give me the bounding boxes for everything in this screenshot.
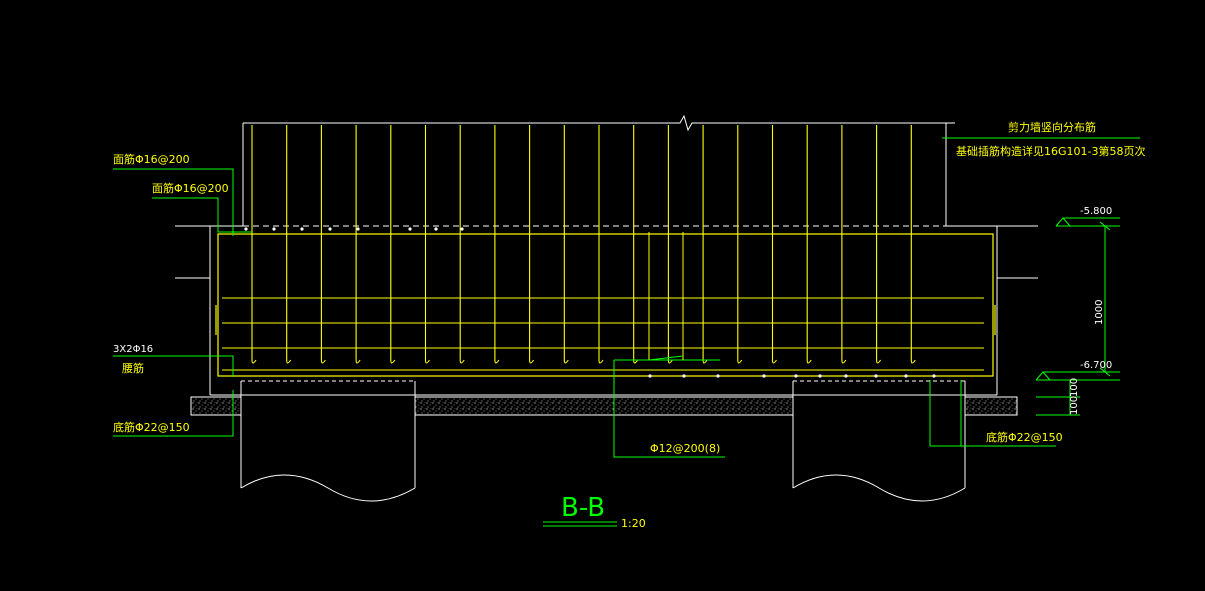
bottom-bar-dot — [716, 374, 720, 378]
wall-vertical-bar — [806, 125, 812, 364]
dimension-depth: 1000 — [1094, 300, 1105, 325]
wall-vertical-bar — [702, 125, 708, 364]
top-bar-dot — [356, 227, 360, 231]
top-bar-dot — [434, 227, 438, 231]
pile-left — [240, 380, 416, 502]
wall-vertical-bar — [876, 125, 882, 364]
pile-right — [792, 380, 966, 502]
wall-vertical-bar — [390, 125, 396, 364]
wall-vertical-bar — [529, 125, 535, 364]
label-bottom-bar-left: 底筋Φ22@150 — [113, 420, 190, 434]
dimension-cushion-2: 100 — [1069, 396, 1080, 415]
top-bar-dot — [300, 227, 304, 231]
wall-vertical-bar — [355, 125, 361, 364]
bottom-bar-dot — [762, 374, 766, 378]
label-stirrup: Φ12@200(8) — [650, 442, 720, 455]
top-bar-dot — [272, 227, 276, 231]
label-bottom-bar-right: 底筋Φ22@150 — [986, 430, 1063, 444]
section-title: B-B — [561, 493, 605, 523]
wall-vertical-bar — [633, 125, 639, 364]
wall-vertical-bar — [598, 125, 604, 364]
cushion-layer — [190, 396, 1018, 416]
elevation-top: -5.800 — [1080, 206, 1112, 217]
wall-vertical-bar — [320, 125, 326, 364]
stirrup-outline — [215, 233, 996, 377]
bottom-bar-dot — [874, 374, 878, 378]
bottom-bar-dot — [818, 374, 822, 378]
wall-vertical-bar — [667, 125, 673, 364]
top-bar-dot — [460, 227, 464, 231]
stirrup-leader — [613, 232, 725, 458]
top-bar-dot — [408, 227, 412, 231]
wall-vertical-bar — [251, 125, 257, 364]
label-wall-anchor: 基础插筋构造详见16G101-3第58页次 — [956, 144, 1145, 158]
wall-vertical-bar — [771, 125, 777, 364]
label-top-bar-1: 面筋Φ16@200 — [113, 152, 190, 166]
section-drawing: 面筋Φ16@200 面筋Φ16@200 剪力墙竖向分布筋 基础插筋构造详见16G… — [113, 114, 1145, 530]
bottom-bar-dot — [648, 374, 652, 378]
wall-vertical-bars — [251, 125, 916, 364]
bottom-bar-dot — [904, 374, 908, 378]
label-waist-bar-name: 腰筋 — [122, 361, 144, 375]
bottom-bar-dot — [932, 374, 936, 378]
dimension-cushion-1: 100 — [1069, 378, 1080, 397]
top-bar-dots — [244, 227, 464, 231]
top-bar-dot — [328, 227, 332, 231]
wall-vertical-bar — [910, 125, 916, 364]
bottom-bar-dot — [844, 374, 848, 378]
top-bar-dot — [244, 227, 248, 231]
section-scale: 1:20 — [621, 517, 646, 530]
wall-vertical-bar — [737, 125, 743, 364]
longitudinal-bars — [222, 297, 984, 371]
bottom-bar-dot — [794, 374, 798, 378]
wall-vertical-bar — [459, 125, 465, 364]
label-wall-bar: 剪力墙竖向分布筋 — [1008, 120, 1096, 134]
elevation-bottom: -6.700 — [1080, 360, 1112, 371]
wall-vertical-bar — [286, 125, 292, 364]
wall-vertical-bar — [841, 125, 847, 364]
label-top-bar-2: 面筋Φ16@200 — [152, 181, 229, 195]
wall-vertical-bar — [494, 125, 500, 364]
bottom-bar-dot — [682, 374, 686, 378]
label-waist-bar-count: 3X2Φ16 — [113, 344, 153, 355]
wall-vertical-bar — [563, 125, 569, 364]
wall-vertical-bar — [424, 125, 430, 364]
